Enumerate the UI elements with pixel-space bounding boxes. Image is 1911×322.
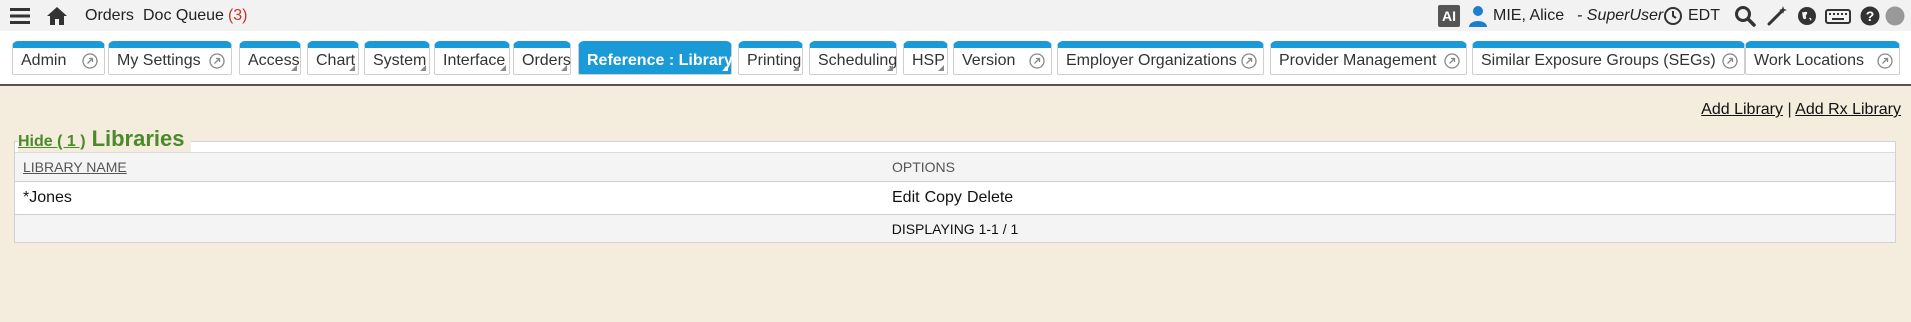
tab-admin[interactable]: Admin: [12, 41, 105, 75]
doc-queue-label: Doc Queue: [143, 6, 224, 24]
external-link-icon[interactable]: [1722, 53, 1738, 69]
tab-orders[interactable]: Orders: [513, 41, 571, 75]
tab-printing[interactable]: Printing: [738, 41, 803, 75]
tab-label: Similar Exposure Groups (SEGs): [1481, 52, 1716, 69]
external-link-icon[interactable]: [1444, 53, 1460, 69]
magic-wand-icon[interactable]: [1765, 4, 1789, 28]
tab-label: Reference : Library: [587, 52, 733, 69]
tab-dropdown-icon: [500, 65, 506, 71]
tab-label: Employer Organizations: [1066, 52, 1237, 69]
timezone-label: EDT: [1688, 6, 1720, 24]
link-separator: |: [1787, 101, 1792, 118]
tab-provider-management[interactable]: Provider Management: [1270, 41, 1467, 75]
tab-dropdown-icon: [722, 65, 728, 71]
tab-dropdown-icon: [938, 65, 944, 71]
user-role: - SuperUser: [1577, 6, 1664, 24]
external-link-icon[interactable]: [82, 53, 98, 69]
pagination-footer: DISPLAYING 1-1 / 1: [15, 214, 1895, 242]
external-link-icon[interactable]: [1241, 53, 1257, 69]
tab-dropdown-icon: [793, 65, 799, 71]
user-icon: [1469, 6, 1487, 27]
add-rx-library-link[interactable]: Add Rx Library: [1795, 101, 1901, 118]
tab-label: Version: [962, 52, 1016, 69]
tab-label: Provider Management: [1279, 52, 1437, 69]
help-icon[interactable]: ?: [1858, 4, 1882, 28]
ai-button[interactable]: AI: [1438, 0, 1460, 31]
doc-queue-link[interactable]: Doc Queue (3): [143, 0, 248, 31]
tab-label: My Settings: [117, 52, 201, 69]
tab-label: Interface: [443, 52, 506, 69]
external-link-icon[interactable]: [1029, 53, 1045, 69]
tab-label: Admin: [21, 52, 67, 69]
doc-queue-count: (3): [227, 6, 248, 24]
home-icon[interactable]: [45, 4, 69, 28]
tab-dropdown-icon: [349, 65, 355, 71]
tab-version[interactable]: Version: [953, 41, 1052, 75]
tab-hsp[interactable]: HSP: [903, 41, 948, 75]
library-name-cell: *Jones: [23, 189, 72, 206]
search-icon[interactable]: [1733, 4, 1757, 28]
delete-link[interactable]: Delete: [967, 189, 1013, 207]
tab-access[interactable]: Access: [239, 41, 301, 75]
add-library-link[interactable]: Add Library: [1701, 101, 1783, 118]
library-actions: Add Library | Add Rx Library: [1701, 101, 1901, 119]
tab-dropdown-icon: [887, 65, 893, 71]
column-header-options: OPTIONS: [892, 159, 956, 175]
edit-link[interactable]: Edit: [892, 189, 920, 207]
hamburger-menu-icon[interactable]: [8, 5, 32, 27]
tab-bar: Admin My Settings Access Chart System In…: [0, 31, 1911, 86]
libraries-panel: LIBRARY NAME OPTIONS *Jones Edit Copy De…: [14, 141, 1896, 243]
options-cell: Edit Copy Delete: [892, 182, 1018, 214]
column-header-library-name[interactable]: LIBRARY NAME: [23, 153, 127, 181]
tab-work-locations[interactable]: Work Locations: [1745, 41, 1900, 75]
top-bar: Orders Doc Queue (3) AI MIE, Alice - Sup…: [0, 0, 1911, 32]
tab-reference-library[interactable]: Reference : Library: [578, 41, 733, 75]
tab-my-settings[interactable]: My Settings: [108, 41, 232, 75]
tab-scheduling[interactable]: Scheduling: [809, 41, 897, 75]
status-indicator-icon[interactable]: [1883, 4, 1907, 28]
table-header-row: LIBRARY NAME OPTIONS: [15, 152, 1895, 182]
external-link-icon[interactable]: [209, 53, 225, 69]
user-name[interactable]: MIE, Alice: [1493, 0, 1564, 31]
tab-employer-organizations[interactable]: Employer Organizations: [1057, 41, 1264, 75]
ai-badge: AI: [1438, 4, 1460, 27]
tab-label: Work Locations: [1754, 52, 1864, 69]
tab-dropdown-icon: [291, 65, 297, 71]
tab-chart[interactable]: Chart: [307, 41, 359, 75]
tab-dropdown-icon: [561, 65, 567, 71]
table-row: *Jones Edit Copy Delete: [15, 182, 1895, 214]
tab-similar-exposure-groups[interactable]: Similar Exposure Groups (SEGs): [1472, 41, 1745, 75]
external-link-icon[interactable]: [1877, 53, 1893, 69]
orders-link[interactable]: Orders: [85, 0, 134, 31]
clock-icon: [1664, 7, 1682, 25]
hide-toggle-link[interactable]: Hide ( 1 ): [18, 133, 86, 151]
tab-interface[interactable]: Interface: [434, 41, 510, 75]
copy-link[interactable]: Copy: [925, 189, 962, 207]
tab-label: System: [373, 52, 427, 69]
globe-icon[interactable]: [1795, 4, 1819, 28]
tab-system[interactable]: System: [364, 41, 430, 75]
panel-header: Hide ( 1 ) Libraries: [18, 126, 191, 152]
svg-text:?: ?: [1866, 8, 1875, 24]
tab-label: Scheduling: [818, 52, 898, 69]
keyboard-icon[interactable]: [1825, 4, 1851, 28]
page-title: Libraries: [91, 126, 185, 151]
tab-dropdown-icon: [420, 65, 426, 71]
